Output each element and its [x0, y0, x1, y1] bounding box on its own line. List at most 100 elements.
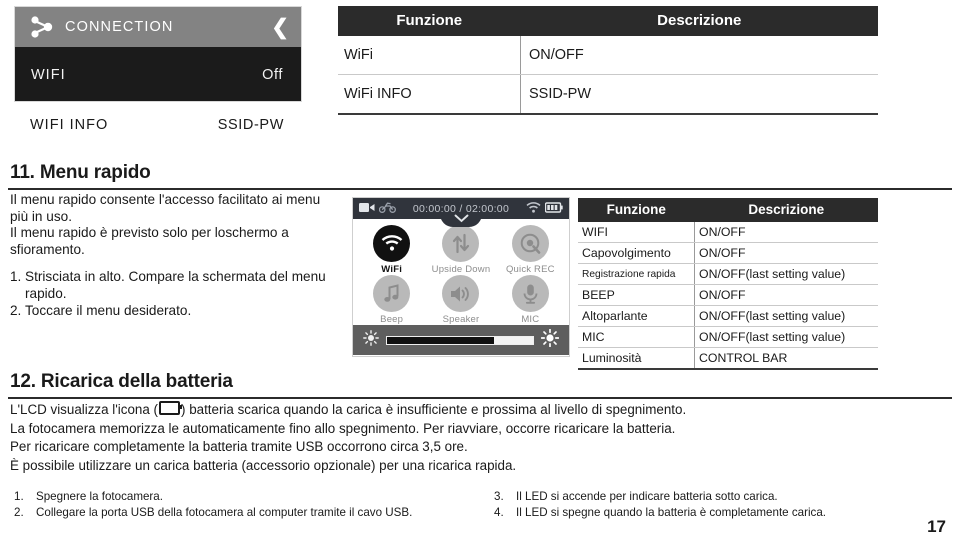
wifi-info-row[interactable]: WIFI INFO SSID-PW	[14, 110, 302, 140]
list-item-text: Toccare il menu desiderato.	[25, 302, 192, 318]
table-row: Luminosità CONTROL BAR	[578, 347, 878, 370]
quick-tile-wifi[interactable]: WiFi	[357, 225, 426, 275]
wifi-icon	[373, 225, 411, 262]
table-header-row: Funzione Descrizione	[578, 198, 878, 222]
wifi-info-label: WIFI INFO	[30, 117, 109, 133]
list-item-number: 1.	[14, 490, 24, 503]
table-row: Registrazione rapida ON/OFF(last setting…	[578, 263, 878, 285]
cell-funzione: Luminosità	[578, 347, 695, 370]
cell-descrizione: ON/OFF	[694, 284, 878, 306]
cell-funzione: WiFi INFO	[338, 74, 521, 115]
quick-menu-tile-grid: WiFi Upside Down Quick REC Beep Speaker	[353, 219, 569, 325]
section-11-heading: 11. Menu rapido	[10, 162, 151, 183]
cell-descrizione: SSID-PW	[520, 74, 878, 115]
charging-steps-left: 1. Spegnere la fotocamera. 2. Collegare …	[14, 489, 474, 520]
cell-funzione: Registrazione rapida	[578, 263, 695, 285]
quick-tile-mic[interactable]: MIC	[496, 275, 565, 325]
flip-arrows-icon	[442, 225, 480, 262]
section-11-paragraph: Il menu rapido è previsto solo per losch…	[10, 225, 289, 257]
section-11-body: Il menu rapido consente l'accesso facili…	[10, 192, 340, 319]
section-12-body: L'LCD visualizza l'icona ( ) batteria sca…	[10, 401, 950, 475]
list-item: 1. Spegnere la fotocamera.	[14, 489, 474, 505]
list-item-number: 2.	[10, 302, 22, 318]
table-row: WIFI ON/OFF	[578, 222, 878, 243]
quick-tile-speaker[interactable]: Speaker	[426, 275, 495, 325]
wifi-icon	[526, 200, 541, 218]
lcd-recording-time: 00:00:00 / 02:00:00	[412, 202, 510, 215]
cell-descrizione: ON/OFF	[694, 242, 878, 264]
section-12-line-3: Per ricaricare completamente la batteria…	[10, 439, 468, 455]
chevron-left-icon[interactable]: ❮	[271, 17, 289, 38]
column-header-funzione: Funzione	[578, 198, 695, 222]
quick-tile-label: Quick REC	[505, 264, 555, 275]
quick-tile-beep[interactable]: Beep	[357, 275, 426, 325]
cell-funzione: WiFi	[338, 36, 521, 75]
video-camera-icon	[359, 200, 375, 218]
brightness-slider[interactable]	[386, 335, 534, 345]
quick-tile-upside-down[interactable]: Upside Down	[426, 225, 495, 275]
quick-tile-label: Speaker	[442, 314, 480, 325]
chevron-down-icon[interactable]	[440, 214, 482, 227]
table-header-row: Funzione Descrizione	[338, 6, 878, 36]
quick-tile-label: Upside Down	[431, 264, 491, 275]
quick-menu-function-table: Funzione Descrizione WIFI ON/OFF Capovol…	[578, 198, 878, 370]
connection-wifi-row[interactable]: WIFI Off	[15, 47, 301, 102]
connection-panel-header: CONNECTION ❮	[15, 7, 301, 47]
list-item-number: 3.	[494, 490, 504, 503]
cell-funzione: BEEP	[578, 284, 695, 306]
cell-descrizione: ON/OFF	[694, 222, 878, 243]
cell-descrizione: ON/OFF(last setting value)	[694, 263, 878, 285]
quick-tile-quick-rec[interactable]: Quick REC	[496, 225, 565, 275]
section-12-line-1: L'LCD visualizza l'icona ( ) batteria sca…	[10, 401, 950, 420]
table-row: WiFi ON/OFF	[338, 36, 878, 75]
quick-rec-icon	[511, 225, 549, 262]
list-item-text: Il LED si spegne quando la batteria è co…	[516, 505, 826, 519]
list-item-text: Il LED si accende per indicare batteria …	[516, 490, 778, 503]
list-item-text: Collegare la porta USB della fotocamera …	[36, 505, 413, 519]
cell-funzione: Capovolgimento	[578, 242, 695, 264]
quick-menu-screen: 00:00:00 / 02:00:00 WiFi Upside Down Qui…	[352, 197, 570, 357]
cell-descrizione: ON/OFF(last setting value)	[694, 305, 878, 327]
share-nodes-icon	[29, 15, 55, 39]
list-item-text: Spegnere la fotocamera.	[36, 490, 163, 503]
column-header-descrizione: Descrizione	[520, 6, 878, 36]
speaker-icon	[442, 275, 480, 312]
brightness-control-bar	[353, 325, 569, 355]
charging-steps-right: 3. Il LED si accende per indicare batter…	[494, 489, 944, 520]
quick-tile-label: MIC	[521, 314, 540, 325]
section-11-paragraph: Il menu rapido consente l'accesso facili…	[10, 192, 321, 224]
battery-full-icon	[544, 200, 563, 218]
brightness-slider-fill	[493, 336, 533, 344]
list-item-text: Strisciata in alto. Compare la schermata…	[25, 269, 326, 301]
connection-wifi-value: Off	[262, 66, 283, 83]
list-item-number: 1.	[10, 269, 22, 285]
section-12-line-1-before: L'LCD visualizza l'icona (	[10, 402, 159, 417]
cell-descrizione: CONTROL BAR	[694, 347, 878, 370]
list-item: 1. Strisciata in alto. Compare la scherm…	[10, 269, 340, 302]
cell-descrizione: ON/OFF(last setting value)	[694, 326, 878, 348]
connection-panel-title: CONNECTION	[65, 19, 174, 35]
table-row: WiFi INFO SSID-PW	[338, 74, 878, 115]
wifi-info-value: SSID-PW	[217, 117, 284, 133]
table-row: MIC ON/OFF(last setting value)	[578, 326, 878, 348]
quick-tile-label: Beep	[380, 314, 404, 325]
connection-wifi-label: WIFI	[31, 66, 66, 83]
lcd-status-bar: 00:00:00 / 02:00:00	[353, 198, 569, 227]
cell-descrizione: ON/OFF	[520, 36, 878, 75]
motorcycle-icon	[378, 200, 396, 218]
page-number: 17	[927, 517, 946, 536]
table-row: Capovolgimento ON/OFF	[578, 242, 878, 264]
section-11-steps: 1. Strisciata in alto. Compare la scherm…	[10, 269, 340, 319]
cell-funzione: WIFI	[578, 222, 695, 243]
section-12-line-1-after: ) batteria scarica quando la carica è in…	[181, 402, 687, 417]
list-item: 2. Toccare il menu desiderato.	[10, 303, 340, 320]
column-header-funzione: Funzione	[338, 6, 521, 36]
quick-tile-label: WiFi	[381, 264, 403, 275]
table-row: BEEP ON/OFF	[578, 284, 878, 306]
music-note-icon	[373, 275, 411, 312]
table-row: Altoparlante ON/OFF(last setting value)	[578, 305, 878, 327]
list-item: 2. Collegare la porta USB della fotocame…	[14, 505, 474, 521]
list-item: 3. Il LED si accende per indicare batter…	[494, 489, 944, 505]
brightness-high-icon	[540, 328, 560, 352]
connection-menu-panel: CONNECTION ❮ WIFI Off	[14, 6, 302, 102]
